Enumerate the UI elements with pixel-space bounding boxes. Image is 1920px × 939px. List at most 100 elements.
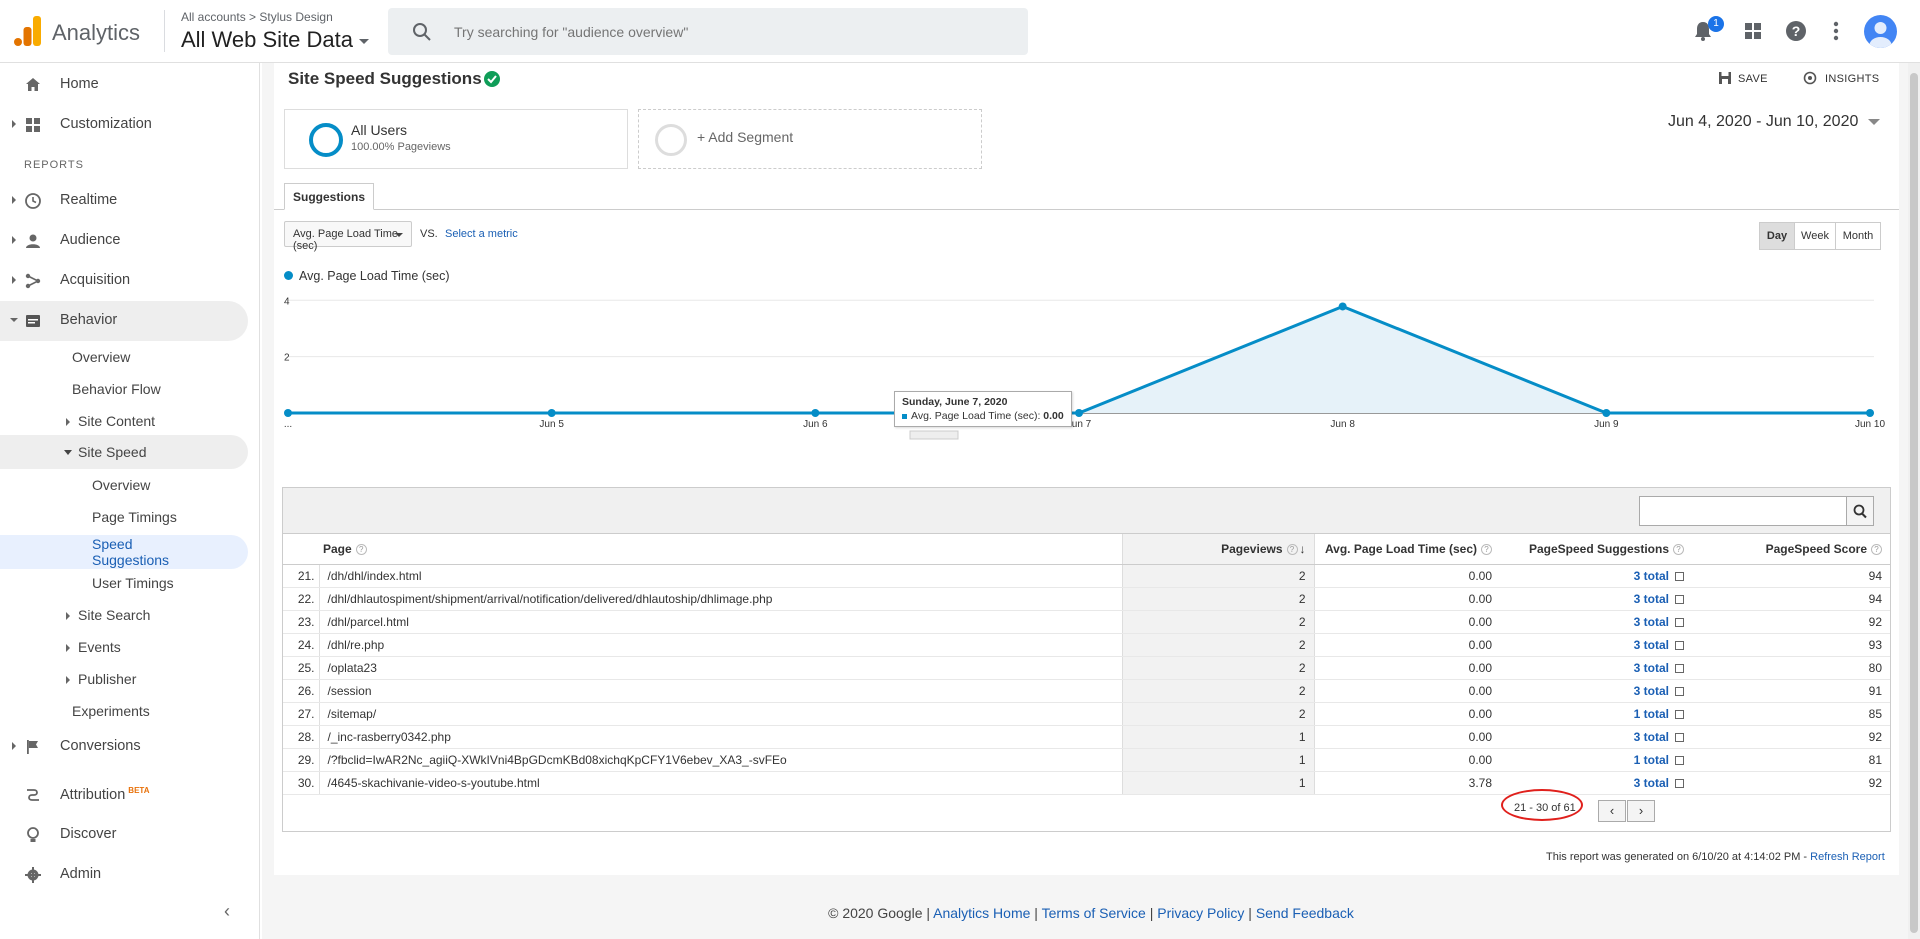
- tab-suggestions[interactable]: Suggestions: [284, 183, 375, 210]
- column-header-score[interactable]: PageSpeed Score?: [1692, 534, 1890, 565]
- help-icon[interactable]: ?: [1481, 543, 1492, 555]
- page-cell[interactable]: /dh/dhl/index.html: [319, 564, 1122, 588]
- table-row[interactable]: 24./dhl/re.php 2 0.00 3 total 93: [283, 633, 1890, 657]
- sidebar-item-behavior-flow[interactable]: Behavior Flow: [72, 381, 161, 397]
- table-row[interactable]: 27./sitemap/2 0.00 1 total 85: [283, 702, 1890, 726]
- suggestions-cell[interactable]: 3 total: [1500, 564, 1692, 588]
- suggestions-link[interactable]: 1 total: [1634, 707, 1669, 721]
- select-metric-link[interactable]: Select a metric: [445, 228, 518, 240]
- sidebar-item-site-speed-overview[interactable]: Overview: [92, 477, 150, 493]
- sidebar-item-attribution[interactable]: Attribution BETA: [0, 775, 248, 815]
- open-external-icon[interactable]: [1675, 640, 1684, 650]
- help-icon[interactable]: ?: [1286, 543, 1298, 555]
- suggestions-link[interactable]: 3 total: [1634, 569, 1669, 583]
- open-external-icon[interactable]: [1675, 778, 1684, 788]
- open-external-icon[interactable]: [1675, 663, 1684, 673]
- insights-button[interactable]: INSIGHTS: [1803, 71, 1879, 85]
- segment-all-users[interactable]: All Users 100.00% Pageviews: [284, 109, 628, 169]
- sidebar-item-admin[interactable]: Admin: [0, 855, 248, 895]
- table-row[interactable]: 25./oplata23 2 0.00 3 total 80: [283, 656, 1890, 680]
- table-row[interactable]: 22./dhl/dhlautospiment/shipment/arrival/…: [283, 587, 1890, 611]
- metric-selector[interactable]: Avg. Page Load Time (sec): [284, 221, 412, 252]
- sidebar-item-page-timings[interactable]: Page Timings: [92, 509, 177, 525]
- sidebar-item-realtime[interactable]: Realtime: [0, 181, 248, 221]
- suggestions-cell[interactable]: 1 total: [1500, 702, 1692, 726]
- table-row[interactable]: 30./4645-skachivanie-video-s-youtube.htm…: [283, 771, 1890, 795]
- add-segment-button[interactable]: + Add Segment: [638, 109, 982, 169]
- column-header-suggestions[interactable]: PageSpeed Suggestions?: [1500, 534, 1692, 565]
- open-external-icon[interactable]: [1675, 709, 1684, 719]
- sidebar-item-behavior-overview[interactable]: Overview: [72, 349, 130, 365]
- table-row[interactable]: 28./_inc-rasberry0342.php 1 0.00 3 total 92: [283, 725, 1890, 749]
- page-cell[interactable]: /_inc-rasberry0342.php: [319, 725, 1122, 749]
- page-cell[interactable]: /session: [319, 679, 1122, 703]
- suggestions-link[interactable]: 3 total: [1634, 615, 1669, 629]
- open-external-icon[interactable]: [1675, 594, 1684, 604]
- period-week-button[interactable]: Week: [1794, 222, 1836, 250]
- period-month-button[interactable]: Month: [1835, 222, 1881, 250]
- footer-link-privacy[interactable]: Privacy Policy: [1157, 905, 1244, 921]
- column-header-pageviews[interactable]: Pageviews? ↓: [1121, 534, 1315, 565]
- search-input[interactable]: [454, 18, 994, 46]
- suggestions-link[interactable]: 3 total: [1634, 776, 1669, 790]
- avatar[interactable]: [1864, 15, 1897, 48]
- suggestions-link[interactable]: 3 total: [1634, 730, 1669, 744]
- table-row[interactable]: 21./dh/dhl/index.html 2 0.00 3 total 94: [283, 564, 1890, 588]
- sidebar-item-site-speed[interactable]: Site Speed: [0, 435, 248, 469]
- apps-grid-icon[interactable]: [1740, 18, 1766, 44]
- suggestions-link[interactable]: 3 total: [1634, 684, 1669, 698]
- suggestions-cell[interactable]: 3 total: [1500, 725, 1692, 749]
- sidebar-item-publisher[interactable]: Publisher: [66, 671, 136, 687]
- line-chart[interactable]: 42... Jun 5 Jun 6 Jun 7 Jun 8 Jun 9 Jun 10: [274, 289, 1899, 479]
- footer-link-terms[interactable]: Terms of Service: [1042, 905, 1146, 921]
- sidebar-item-events[interactable]: Events: [66, 639, 121, 655]
- table-row[interactable]: 26./session 2 0.00 3 total 91: [283, 679, 1890, 703]
- page-cell[interactable]: /dhl/parcel.html: [319, 610, 1122, 634]
- sidebar-item-customization[interactable]: Customization: [0, 105, 248, 145]
- table-search-input[interactable]: [1639, 496, 1847, 526]
- suggestions-cell[interactable]: 1 total: [1500, 748, 1692, 772]
- open-external-icon[interactable]: [1675, 617, 1684, 627]
- breadcrumb[interactable]: All accounts > Stylus Design: [181, 10, 333, 24]
- open-external-icon[interactable]: [1675, 732, 1684, 742]
- page-cell[interactable]: /dhl/dhlautospiment/shipment/arrival/not…: [319, 587, 1122, 611]
- page-cell[interactable]: /sitemap/: [319, 702, 1122, 726]
- open-external-icon[interactable]: [1675, 571, 1684, 581]
- open-external-icon[interactable]: [1675, 686, 1684, 696]
- help-icon[interactable]: ?: [1783, 18, 1809, 44]
- column-header-load-time[interactable]: Avg. Page Load Time (sec)?: [1314, 534, 1500, 565]
- sidebar-item-behavior[interactable]: Behavior: [0, 301, 248, 341]
- sidebar-item-discover[interactable]: Discover: [0, 815, 248, 855]
- page-cell[interactable]: /?fbclid=IwAR2Nc_agiiQ-XWkIVni4BpGDcmKBd…: [319, 748, 1122, 772]
- help-icon[interactable]: ?: [1871, 543, 1882, 555]
- table-row[interactable]: 23./dhl/parcel.html 2 0.00 3 total 92: [283, 610, 1890, 634]
- next-page-button[interactable]: ›: [1627, 800, 1655, 822]
- help-icon[interactable]: ?: [355, 543, 367, 555]
- column-header-page[interactable]: Page?: [283, 534, 1122, 565]
- footer-link-analytics-home[interactable]: Analytics Home: [933, 905, 1030, 921]
- table-row[interactable]: 29./?fbclid=IwAR2Nc_agiiQ-XWkIVni4BpGDcm…: [283, 748, 1890, 772]
- suggestions-cell[interactable]: 3 total: [1500, 633, 1692, 657]
- suggestions-cell[interactable]: 3 total: [1500, 679, 1692, 703]
- page-scrollbar[interactable]: [1908, 63, 1920, 939]
- sidebar-item-site-search[interactable]: Site Search: [66, 607, 150, 623]
- refresh-report-link[interactable]: Refresh Report: [1810, 851, 1885, 863]
- suggestions-link[interactable]: 3 total: [1634, 638, 1669, 652]
- page-cell[interactable]: /dhl/re.php: [319, 633, 1122, 657]
- sidebar-item-audience[interactable]: Audience: [0, 221, 248, 261]
- page-cell[interactable]: /4645-skachivanie-video-s-youtube.html: [319, 771, 1122, 795]
- sidebar-item-acquisition[interactable]: Acquisition: [0, 261, 248, 301]
- suggestions-link[interactable]: 3 total: [1634, 661, 1669, 675]
- suggestions-cell[interactable]: 3 total: [1500, 587, 1692, 611]
- sidebar-item-conversions[interactable]: Conversions: [0, 727, 248, 767]
- date-range-picker[interactable]: Jun 4, 2020 - Jun 10, 2020: [1668, 113, 1881, 131]
- sidebar-item-site-content[interactable]: Site Content: [66, 413, 155, 429]
- scrollbar-thumb[interactable]: [1910, 73, 1918, 933]
- save-button[interactable]: SAVE: [1718, 71, 1768, 85]
- sidebar-item-experiments[interactable]: Experiments: [72, 703, 150, 719]
- sidebar-item-speed-suggestions[interactable]: Speed Suggestions: [0, 535, 248, 569]
- suggestions-cell[interactable]: 3 total: [1500, 656, 1692, 680]
- sidebar-item-user-timings[interactable]: User Timings: [92, 575, 174, 591]
- help-icon[interactable]: ?: [1673, 543, 1684, 555]
- open-external-icon[interactable]: [1675, 755, 1684, 765]
